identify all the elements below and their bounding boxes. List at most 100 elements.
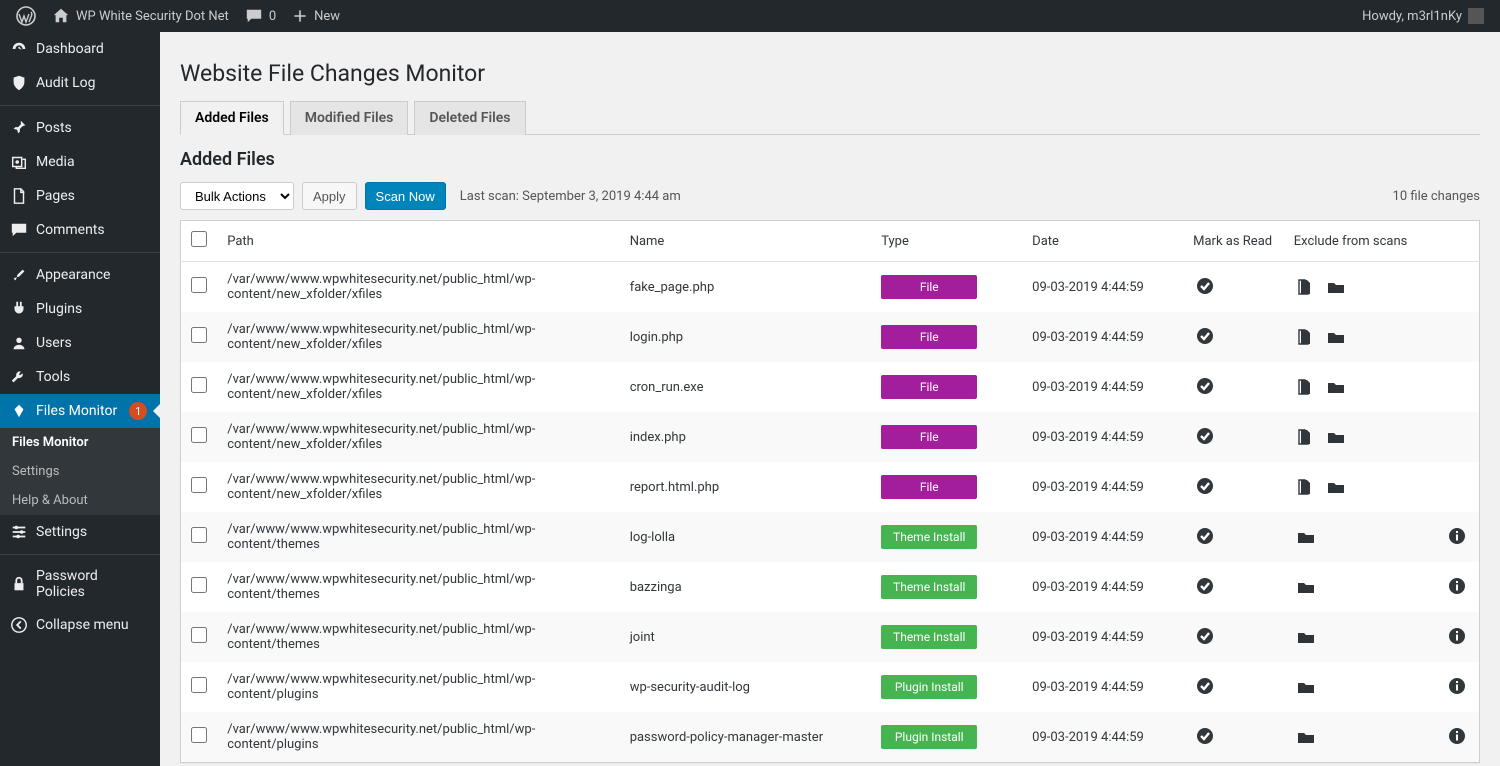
cell-path: /var/www/www.wpwhitesecurity.net/public_… [217, 662, 619, 712]
exclude-folder-button[interactable] [1294, 725, 1318, 749]
cell-path: /var/www/www.wpwhitesecurity.net/public_… [217, 262, 619, 313]
select-all-checkbox[interactable] [191, 231, 207, 247]
new-content-link[interactable]: New [284, 0, 348, 32]
home-icon [52, 7, 70, 25]
sidebar-item-settings[interactable]: Settings [0, 515, 160, 549]
row-checkbox[interactable] [191, 477, 207, 493]
table-row: /var/www/www.wpwhitesecurity.net/public_… [181, 562, 1480, 612]
info-button[interactable] [1445, 524, 1469, 548]
exclude-file-button[interactable] [1294, 425, 1318, 449]
sidebar-item-auditlog[interactable]: Audit Log [0, 66, 160, 100]
toolbar: Bulk Actions Apply Scan Now Last scan: S… [180, 182, 1480, 210]
row-checkbox[interactable] [191, 427, 207, 443]
exclude-folder-button[interactable] [1324, 425, 1348, 449]
last-scan-text: Last scan: September 3, 2019 4:44 am [460, 189, 681, 204]
page-icon [10, 187, 28, 205]
mark-read-button[interactable] [1193, 424, 1217, 448]
mark-read-button[interactable] [1193, 674, 1217, 698]
sidebar-item-users[interactable]: Users [0, 326, 160, 360]
exclude-folder-button[interactable] [1324, 275, 1348, 299]
mark-read-button[interactable] [1193, 474, 1217, 498]
sidebar-item-plugins[interactable]: Plugins [0, 292, 160, 326]
col-header-path[interactable]: Path [217, 221, 619, 262]
exclude-folder-button[interactable] [1294, 625, 1318, 649]
exclude-folder-button[interactable] [1294, 575, 1318, 599]
sidebar-item-pwpolicies[interactable]: Password Policies [0, 560, 160, 608]
exclude-folder-button[interactable] [1324, 475, 1348, 499]
mark-read-button[interactable] [1193, 374, 1217, 398]
comments-link[interactable]: 0 [237, 0, 284, 32]
pin-icon [10, 119, 28, 137]
wp-logo[interactable] [8, 0, 44, 32]
col-header-type[interactable]: Type [871, 221, 1022, 262]
sidebar-item-label: Posts [36, 120, 72, 136]
row-checkbox[interactable] [191, 577, 207, 593]
sidebar-item-appearance[interactable]: Appearance [0, 258, 160, 292]
sidebar-item-label: Media [36, 154, 75, 170]
info-button[interactable] [1445, 624, 1469, 648]
row-checkbox[interactable] [191, 727, 207, 743]
info-button[interactable] [1445, 574, 1469, 598]
sidebar-sub-filesmon-sub[interactable]: Files Monitor [0, 428, 160, 457]
account-link[interactable]: Howdy, m3rl1nKy [1354, 0, 1492, 32]
cell-date: 09-03-2019 4:44:59 [1022, 712, 1183, 763]
sidebar-item-label: Comments [36, 222, 105, 238]
cell-date: 09-03-2019 4:44:59 [1022, 612, 1183, 662]
sidebar-item-tools[interactable]: Tools [0, 360, 160, 394]
sidebar-item-dashboard[interactable]: Dashboard [0, 32, 160, 66]
col-header-name[interactable]: Name [620, 221, 872, 262]
sidebar-item-label: Plugins [36, 301, 82, 317]
mark-read-button[interactable] [1193, 574, 1217, 598]
sidebar-item-label: Appearance [36, 267, 110, 283]
sidebar-sub-help-sub[interactable]: Help & About [0, 486, 160, 515]
bulk-actions-select[interactable]: Bulk Actions [180, 182, 294, 210]
exclude-file-button[interactable] [1294, 475, 1318, 499]
row-checkbox[interactable] [191, 527, 207, 543]
sidebar-item-posts[interactable]: Posts [0, 111, 160, 145]
brush-icon [10, 266, 28, 284]
sidebar-item-media[interactable]: Media [0, 145, 160, 179]
sidebar-item-comments[interactable]: Comments [0, 213, 160, 247]
cell-path: /var/www/www.wpwhitesecurity.net/public_… [217, 612, 619, 662]
sidebar-item-collapse[interactable]: Collapse menu [0, 608, 160, 642]
sidebar-item-label: Pages [36, 188, 75, 204]
sidebar-item-filesmon[interactable]: Files Monitor1 [0, 394, 160, 428]
mark-read-button[interactable] [1193, 624, 1217, 648]
row-checkbox[interactable] [191, 377, 207, 393]
exclude-file-button[interactable] [1294, 375, 1318, 399]
sidebar-item-label: Collapse menu [36, 617, 129, 633]
type-pill: File [881, 275, 977, 299]
exclude-file-button[interactable] [1294, 275, 1318, 299]
exclude-file-button[interactable] [1294, 325, 1318, 349]
row-checkbox[interactable] [191, 627, 207, 643]
mark-read-button[interactable] [1193, 274, 1217, 298]
exclude-folder-button[interactable] [1324, 325, 1348, 349]
apply-button[interactable]: Apply [302, 182, 357, 210]
tab-deleted[interactable]: Deleted Files [414, 101, 525, 135]
col-header-date[interactable]: Date [1022, 221, 1183, 262]
site-name-link[interactable]: WP White Security Dot Net [44, 0, 237, 32]
sidebar-item-pages[interactable]: Pages [0, 179, 160, 213]
exclude-folder-button[interactable] [1294, 525, 1318, 549]
row-checkbox[interactable] [191, 327, 207, 343]
mark-read-button[interactable] [1193, 524, 1217, 548]
scan-now-button[interactable]: Scan Now [365, 182, 446, 210]
info-button[interactable] [1445, 724, 1469, 748]
tab-added[interactable]: Added Files [180, 101, 284, 135]
mark-read-button[interactable] [1193, 324, 1217, 348]
table-head-row: Path Name Type Date Mark as Read Exclude… [181, 221, 1480, 262]
tab-modified[interactable]: Modified Files [290, 101, 409, 135]
mark-read-button[interactable] [1193, 724, 1217, 748]
row-checkbox[interactable] [191, 677, 207, 693]
info-button[interactable] [1445, 674, 1469, 698]
site-title: WP White Security Dot Net [76, 9, 229, 24]
table-row: /var/www/www.wpwhitesecurity.net/public_… [181, 262, 1480, 313]
table-row: /var/www/www.wpwhitesecurity.net/public_… [181, 312, 1480, 362]
plus-icon [292, 8, 308, 24]
sidebar-sub-settings-sub[interactable]: Settings [0, 457, 160, 486]
type-pill: Plugin Install [881, 675, 977, 699]
type-pill: Theme Install [881, 625, 977, 649]
exclude-folder-button[interactable] [1324, 375, 1348, 399]
row-checkbox[interactable] [191, 277, 207, 293]
exclude-folder-button[interactable] [1294, 675, 1318, 699]
